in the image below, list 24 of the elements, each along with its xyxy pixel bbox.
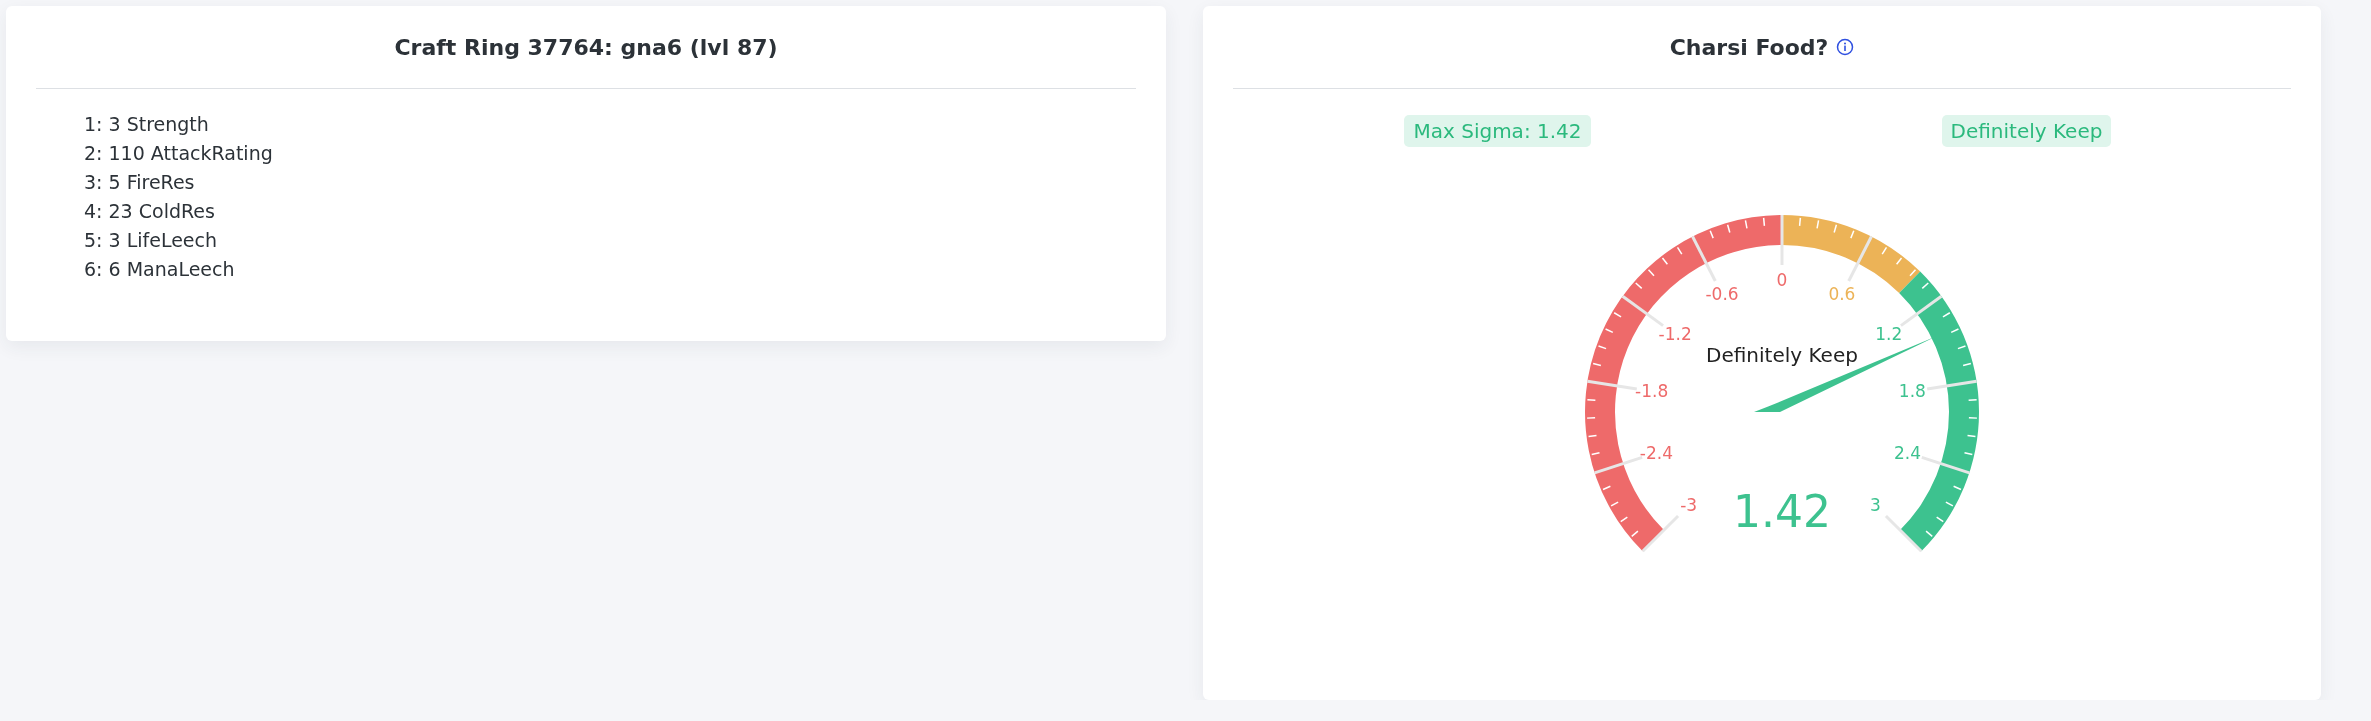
tick-label: 1.2 [1875, 324, 1903, 345]
affix-line: 2: 110 AttackRating [84, 142, 274, 165]
tick-label: 0.6 [1828, 284, 1856, 305]
affix-line: 3: 5 FireRes [84, 171, 196, 194]
info-icon[interactable] [1836, 38, 1855, 56]
card-title: Charsi Food? [1669, 34, 1829, 60]
tick-label: -1.8 [1635, 381, 1669, 402]
affix-line: 4: 23 ColdRes [84, 200, 216, 223]
card-title: Craft Ring 37764: gna6 (lvl 87) [394, 34, 778, 60]
status-badge: Max Sigma: 1.42 [1404, 115, 1591, 147]
tick-label: 3 [1869, 495, 1881, 516]
gauge-title: Definitely Keep [1706, 343, 1858, 367]
tick-label: -1.2 [1658, 324, 1692, 345]
tick-label: 1.8 [1898, 381, 1926, 402]
tick-label: 2.4 [1894, 442, 1922, 463]
gauge-value: 1.42 [1733, 486, 1831, 537]
tick-label: 0 [1776, 270, 1788, 290]
tick-label: -3 [1680, 495, 1698, 516]
status-badge: Definitely Keep [1941, 115, 2112, 147]
tick-label: -0.6 [1705, 284, 1739, 305]
affix-line: 6: 6 ManaLeech [84, 258, 236, 281]
affix-line: 1: 3 Strength [84, 113, 210, 136]
affix-line: 5: 3 LifeLeech [84, 229, 219, 252]
tick-label: -2.4 [1639, 442, 1674, 463]
